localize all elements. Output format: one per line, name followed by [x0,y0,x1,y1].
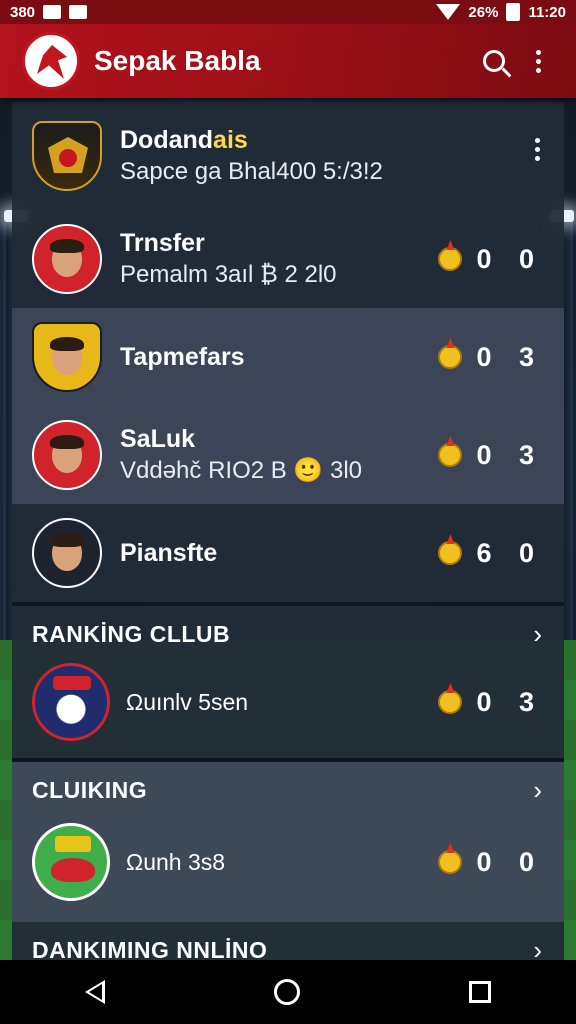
section-title: CLUIKING [32,776,148,803]
member-count: Ωunh 3s8 [126,848,226,875]
search-button[interactable] [472,39,516,83]
section-header[interactable]: RANKİNG CLLUB › [12,606,564,662]
item-title: Piansfte [120,539,218,567]
notification-icon [43,5,62,19]
club-crest [32,663,110,741]
clock: 11:20 [528,3,566,21]
section-header[interactable]: CLUIKING › [12,762,564,818]
item-title: Dodandais [120,126,248,154]
list-item[interactable]: Dodandais Sapce ga Bhal400 5:/3!2 [12,102,564,210]
team-crest [32,121,102,191]
player-avatar [32,420,102,490]
ranking-section: CLUIKING › Ωunh 3s8 0 0 [12,762,564,922]
medal-icon [438,541,463,565]
search-icon [483,50,505,72]
app-logo [22,32,80,90]
score: 0 0 [438,847,544,878]
list-item[interactable]: Tapmefars 0 3 [12,308,564,406]
item-title: Tapmefars [120,343,245,371]
home-icon[interactable] [273,979,300,1005]
score: 0 3 [438,440,544,471]
status-left-text: 380 [10,3,36,21]
battery-icon [506,3,521,21]
club-crest [32,823,110,901]
list-item[interactable]: Piansfte 6 0 [12,504,564,602]
medal-icon [438,690,463,714]
score: 0 3 [438,342,544,373]
back-icon[interactable] [84,980,105,1004]
recents-icon[interactable] [469,981,492,1003]
member-count: Ωuınlv 5sen [126,688,249,715]
battery-text: 26% [468,3,499,21]
match-list: Dodandais Sapce ga Bhal400 5:/3!2 Trnsfe… [12,102,564,992]
item-subtitle: Vddəhč RIO2 B 🙂 3l0 [120,457,363,484]
item-subtitle: Sapce ga Bhal400 5:/3!2 [120,158,383,185]
status-bar: 380 26% 11:20 [0,0,576,24]
list-item[interactable]: SaLuk Vddəhč RIO2 B 🙂 3l0 0 3 [12,406,564,504]
app-title: Sepak Babla [94,45,261,76]
player-avatar [32,224,102,294]
chevron-right-icon: › [533,618,542,649]
section-title: RANKİNG CLLUB [32,620,231,647]
more-vert-icon [535,49,541,73]
overflow-menu-button[interactable] [516,39,560,83]
item-menu-button[interactable] [535,138,540,165]
medal-icon [438,443,463,467]
system-nav-bar [0,960,576,1024]
list-item[interactable]: Trnsfer Pemalm 3aıl ₿ 2 2l0 0 0 [12,210,564,308]
player-avatar [32,322,102,392]
score: 0 0 [438,244,544,275]
item-subtitle: Pemalm 3aıl ₿ 2 2l0 [120,261,337,288]
wifi-icon [436,4,461,20]
player-avatar [32,518,102,588]
ranking-section: RANKİNG CLLUB › Ωuınlv 5sen 0 3 [12,606,564,758]
notification-icon [69,5,88,19]
item-title: Trnsfer [120,229,205,257]
medal-icon [438,850,463,874]
medal-icon [438,345,463,369]
medal-icon [438,247,463,271]
chevron-right-icon: › [533,774,542,805]
app-bar: Sepak Babla [0,24,576,98]
item-title: SaLuk [120,425,196,453]
score: 6 0 [438,538,544,569]
score: 0 3 [438,687,544,718]
